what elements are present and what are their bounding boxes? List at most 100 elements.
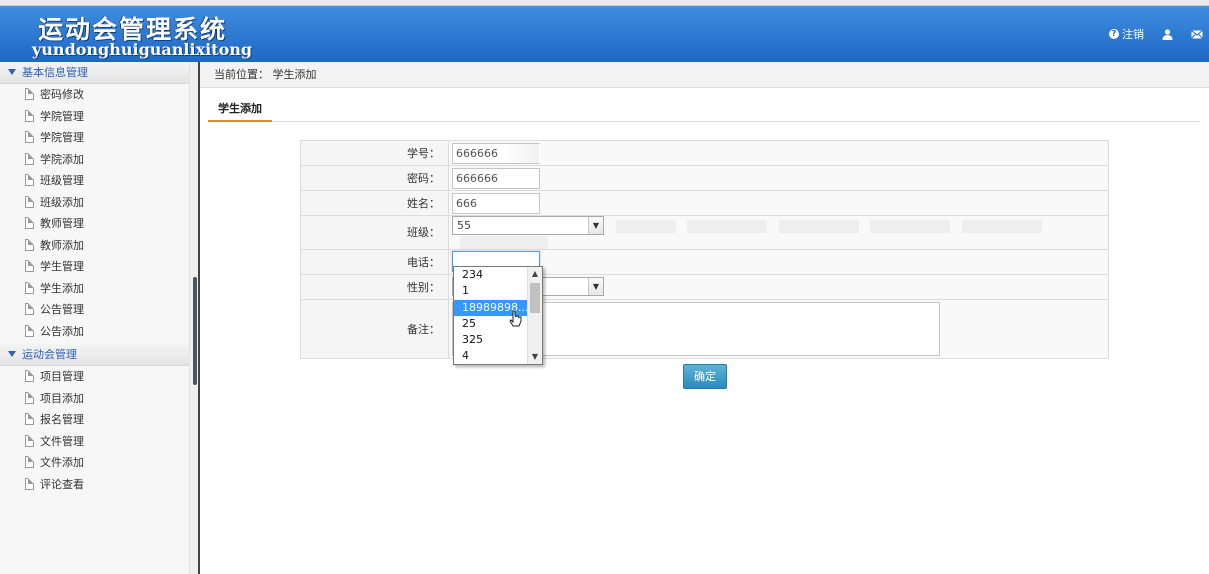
document-icon <box>25 88 34 100</box>
sidebar-list-sports-meet: 项目管理 项目添加 报名管理 文件管理 文件添加 评论查看 <box>0 366 189 495</box>
sidebar-item-student-add[interactable]: 学生添加 <box>0 278 189 300</box>
form-row-remark: 备注： <box>300 298 1109 359</box>
document-icon <box>25 195 34 208</box>
document-icon <box>25 324 34 337</box>
document-icon <box>25 413 34 425</box>
autocomplete-option[interactable]: 234 <box>454 267 528 283</box>
user-icon <box>1162 28 1173 40</box>
sidebar-item-label: 密码修改 <box>40 88 84 101</box>
sidebar-item-label: 文件管理 <box>40 434 84 448</box>
dropdown-scrollbar[interactable]: ▲ ▼ <box>527 267 542 364</box>
logout-button[interactable]: ? 注销 <box>1109 26 1144 42</box>
gender-label: 性别： <box>300 273 449 300</box>
sidebar-item-class-manage[interactable]: 班级管理 <box>0 170 189 192</box>
remark-label: 备注： <box>300 298 449 359</box>
sidebar-item-event-add[interactable]: 项目添加 <box>0 388 189 410</box>
document-icon <box>25 370 34 382</box>
sidebar-item-teacher-add[interactable]: 教师添加 <box>0 235 189 257</box>
student-id-field[interactable] <box>452 142 540 164</box>
name-label: 姓名： <box>300 190 449 216</box>
logout-label: 注销 <box>1122 28 1144 41</box>
scroll-up-icon[interactable]: ▲ <box>528 267 542 281</box>
sidebar-item-label: 班级管理 <box>40 174 84 187</box>
sidebar-item-college-add[interactable]: 学院添加 <box>0 149 189 171</box>
phone-label: 电话： <box>300 248 449 275</box>
sidebar-item-label: 公告添加 <box>40 324 84 338</box>
document-icon <box>25 109 34 122</box>
document-icon <box>25 477 34 490</box>
breadcrumb: 当前位置： 学生添加 <box>200 62 1209 88</box>
blurred-region <box>460 235 548 249</box>
form-row-class: 班级： 55 ▼ <box>300 215 1109 250</box>
sidebar-item-event-manage[interactable]: 项目管理 <box>0 366 189 388</box>
user-button[interactable] <box>1162 28 1173 40</box>
sidebar-item-label: 学生管理 <box>40 260 84 273</box>
document-icon <box>25 152 34 165</box>
sidebar-item-notice-add[interactable]: 公告添加 <box>0 321 189 343</box>
autocomplete-option[interactable]: 325 <box>454 332 528 348</box>
mail-icon <box>1191 29 1203 39</box>
document-icon <box>25 217 34 229</box>
expand-arrow-icon <box>8 69 16 75</box>
sidebar-item-student-manage[interactable]: 学生管理 <box>0 256 189 278</box>
app-title-pinyin: yundonghuiguanlixitong <box>32 40 253 59</box>
student-form: 学号： 密码： 姓名： 班级： 55 ▼ <box>300 140 1109 359</box>
password-label: 密码： <box>300 165 449 191</box>
chevron-down-icon: ▼ <box>588 278 603 296</box>
sidebar-item-file-add[interactable]: 文件添加 <box>0 452 189 474</box>
mail-button[interactable] <box>1191 29 1203 39</box>
password-field[interactable] <box>452 167 540 189</box>
sidebar-section-sports-meet[interactable]: 运动会管理 <box>0 344 189 366</box>
mouse-cursor-icon <box>509 310 522 327</box>
scroll-down-icon[interactable]: ▼ <box>528 350 542 364</box>
sidebar-section-title: 基本信息管理 <box>22 66 88 79</box>
document-icon <box>25 303 34 315</box>
sidebar-list-basic-info: 密码修改 学院管理 学院管理 学院添加 班级管理 班级添加 教师管理 教师添加 … <box>0 84 189 342</box>
sidebar-item-label: 学院管理 <box>40 131 84 144</box>
sidebar-item-label: 学院管理 <box>40 109 84 123</box>
sidebar-item-college-manage[interactable]: 学院管理 <box>0 106 189 128</box>
sidebar-item-label: 教师添加 <box>40 238 84 252</box>
scrollbar-thumb[interactable] <box>530 283 540 313</box>
splitter-handle[interactable] <box>193 277 197 385</box>
document-icon <box>25 238 34 251</box>
chevron-down-icon: ▼ <box>588 217 603 234</box>
class-select[interactable]: 55 ▼ <box>452 216 604 235</box>
blurred-region <box>687 219 767 233</box>
sidebar-item-password-change[interactable]: 密码修改 <box>0 84 189 106</box>
document-icon <box>25 174 34 186</box>
sidebar-item-notice-manage[interactable]: 公告管理 <box>0 299 189 321</box>
blurred-region <box>961 219 1042 233</box>
sidebar-item-college-manage-2[interactable]: 学院管理 <box>0 127 189 149</box>
confirm-button[interactable]: 确定 <box>683 364 727 389</box>
document-icon <box>25 260 34 272</box>
sidebar-item-signup-manage[interactable]: 报名管理 <box>0 409 189 431</box>
phone-autocomplete-dropdown[interactable]: 234 1 18989898... 25 325 4 ▲ ▼ <box>453 266 543 365</box>
document-icon <box>25 456 34 468</box>
expand-arrow-icon <box>8 351 16 357</box>
sidebar-item-comment-view[interactable]: 评论查看 <box>0 474 189 496</box>
blurred-region <box>870 219 950 233</box>
document-icon <box>25 281 34 294</box>
sidebar-item-file-manage[interactable]: 文件管理 <box>0 431 189 453</box>
form-row-password: 密码： <box>300 165 1109 191</box>
sidebar-section-basic-info[interactable]: 基本信息管理 <box>0 62 189 84</box>
sidebar-item-label: 学院添加 <box>40 152 84 166</box>
blurred-region <box>615 219 676 233</box>
form-row-phone: 电话： <box>300 248 1109 275</box>
autocomplete-option[interactable]: 4 <box>454 348 528 364</box>
help-icon: ? <box>1109 29 1119 39</box>
sidebar-item-teacher-manage[interactable]: 教师管理 <box>0 213 189 235</box>
sidebar-item-label: 报名管理 <box>40 413 84 426</box>
header-tools: ? 注销 <box>1091 26 1203 42</box>
sidebar: 基本信息管理 密码修改 学院管理 学院管理 学院添加 班级管理 班级添加 教师管… <box>0 62 190 574</box>
tab-student-add[interactable]: 学生添加 <box>208 96 272 122</box>
sidebar-item-label: 项目管理 <box>40 370 84 383</box>
autocomplete-option[interactable]: 1 <box>454 283 528 299</box>
sidebar-item-label: 评论查看 <box>40 477 84 491</box>
document-icon <box>25 434 34 447</box>
sidebar-item-class-add[interactable]: 班级添加 <box>0 192 189 214</box>
blurred-region <box>778 219 859 233</box>
name-field[interactable] <box>452 192 540 214</box>
main-content: 当前位置： 学生添加 学生添加 学号： 密码： 姓名： 班级： <box>200 62 1209 574</box>
